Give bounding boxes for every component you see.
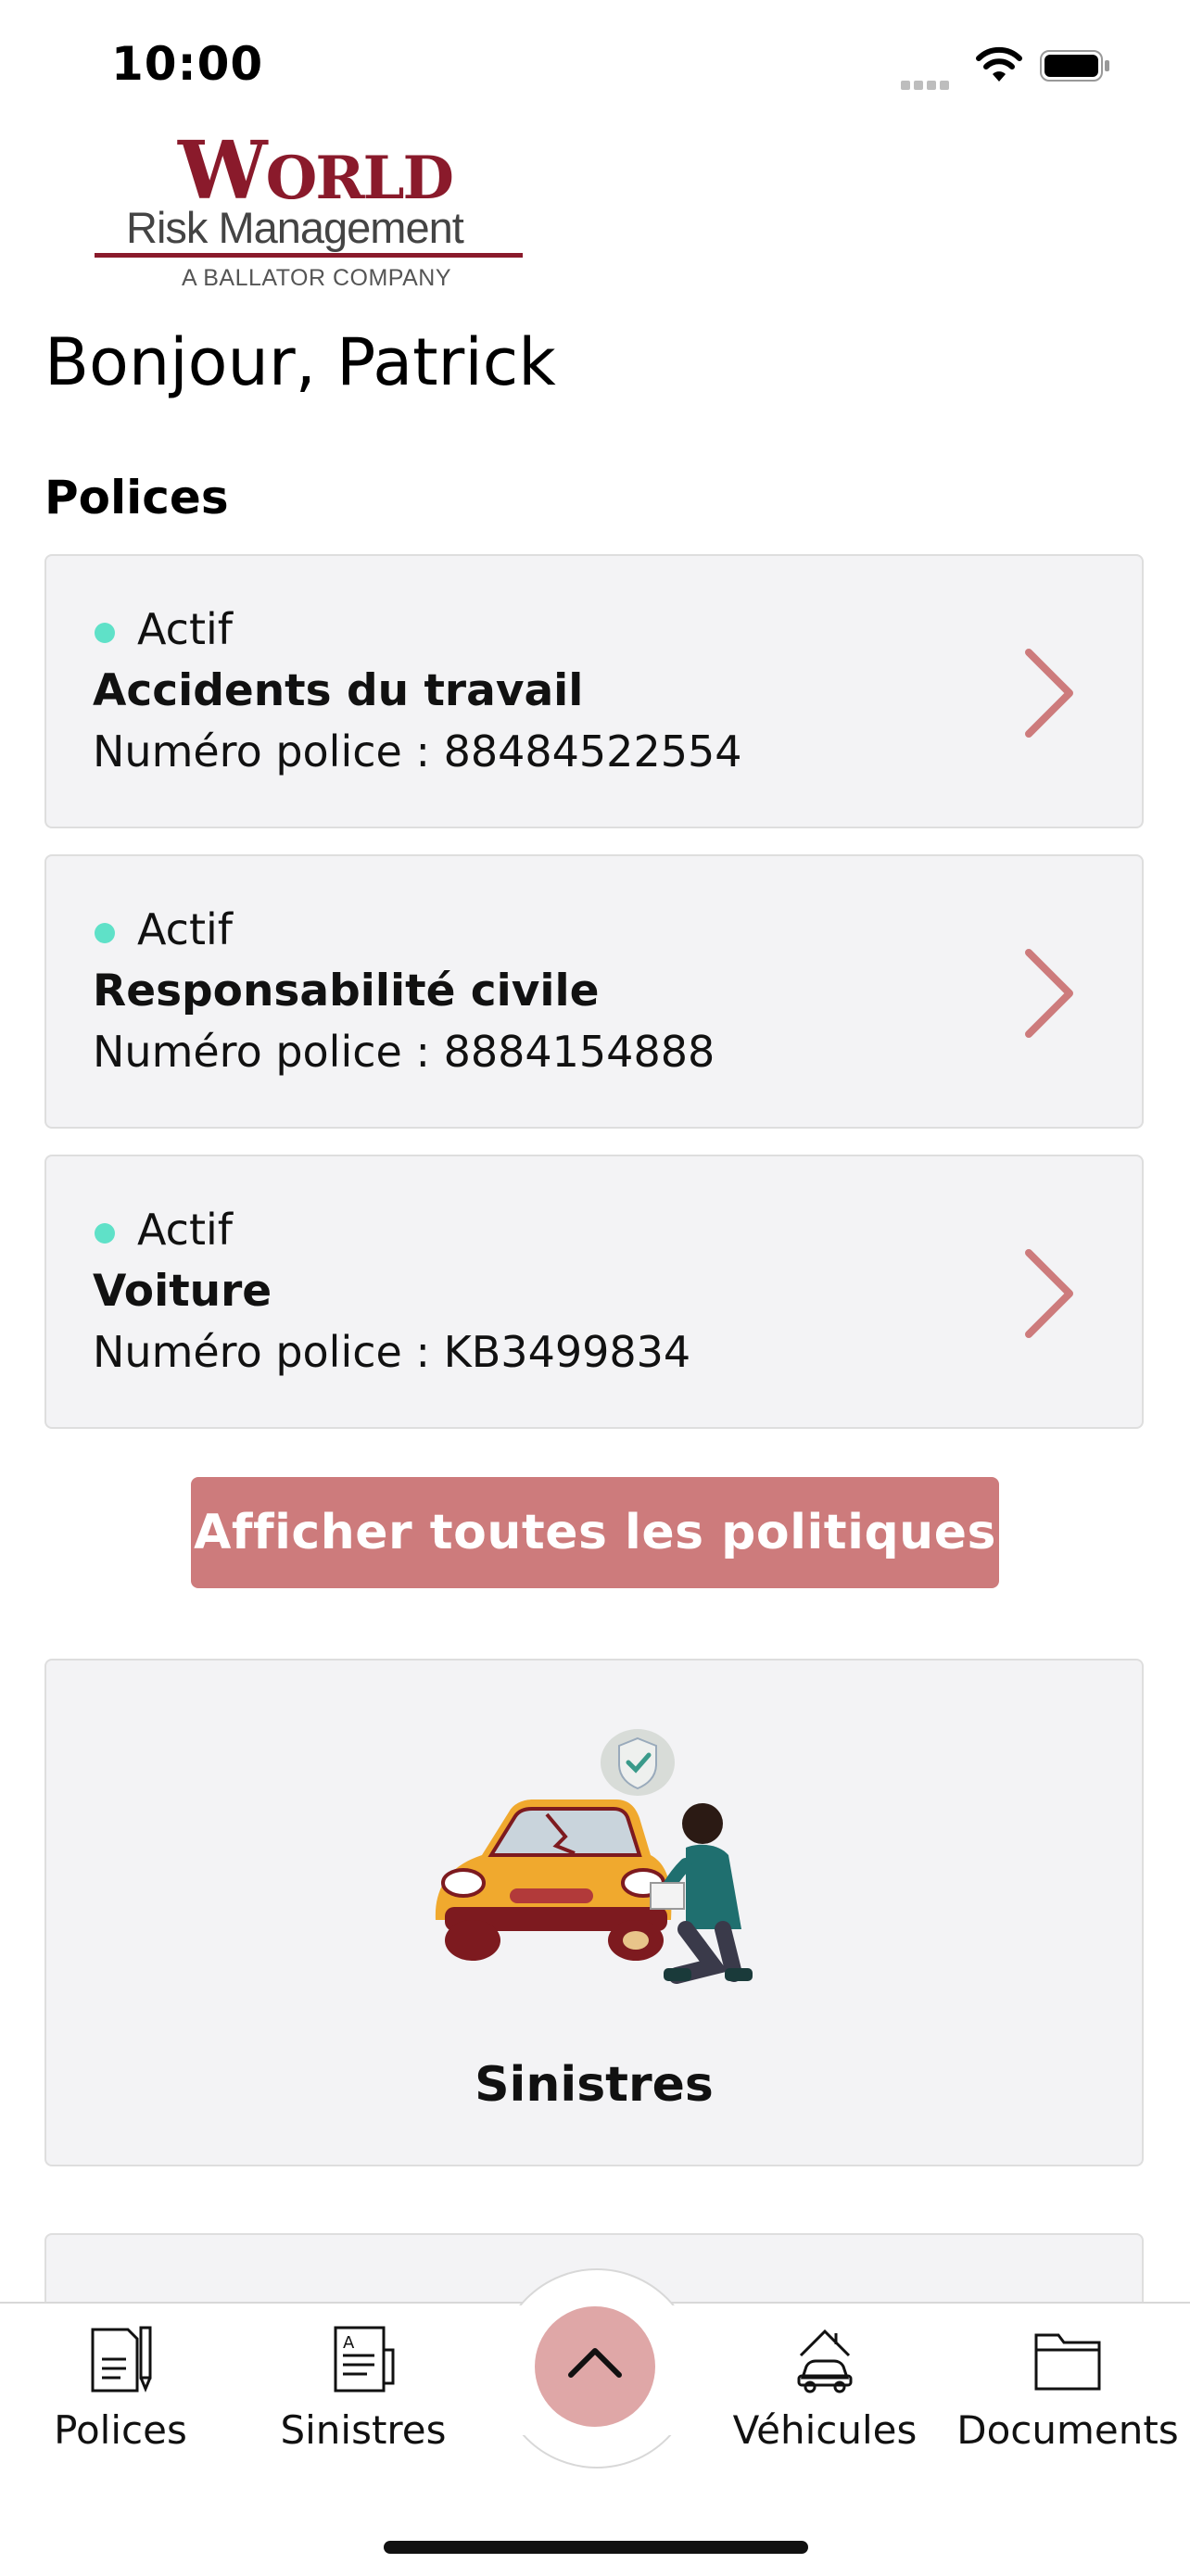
- tab-vehicules[interactable]: Véhicules: [704, 2304, 945, 2480]
- tab-label: Véhicules: [732, 2407, 918, 2453]
- policy-status: Actif: [137, 904, 233, 954]
- policy-number: Numéro police : 8884154888: [93, 1027, 715, 1077]
- policy-name: Accidents du travail: [93, 665, 584, 716]
- chevron-right-icon: [1025, 949, 1073, 1038]
- policy-name: Voiture: [93, 1266, 272, 1317]
- policy-card[interactable]: Actif Responsabilité civile Numéro polic…: [44, 854, 1144, 1129]
- home-indicator: [384, 2541, 808, 2554]
- policy-status: Actif: [137, 1205, 233, 1255]
- expand-menu-button[interactable]: [535, 2306, 655, 2427]
- folder-icon: [1034, 2333, 1101, 2391]
- claims-card[interactable]: Sinistres: [44, 1659, 1144, 2166]
- policy-number: Numéro police : KB3499834: [93, 1327, 691, 1377]
- tab-polices[interactable]: Polices: [0, 2304, 241, 2480]
- company-logo: WORLD Risk Management A BALLATOR COMPANY: [93, 124, 528, 295]
- tab-sinistres[interactable]: A Sinistres: [243, 2304, 484, 2480]
- car-damage-illustration: [435, 1729, 753, 1984]
- car-house-icon: [797, 2329, 853, 2393]
- logo-divider: [95, 253, 523, 258]
- policy-card[interactable]: Actif Voiture Numéro police : KB3499834: [44, 1155, 1144, 1429]
- active-status-dot: [95, 1223, 115, 1244]
- show-all-policies-button[interactable]: Afficher toutes les politiques: [191, 1477, 999, 1588]
- policies-section-title: Polices: [44, 471, 229, 524]
- active-status-dot: [95, 923, 115, 943]
- tab-bar: Polices A Sinistres Véhicules Documents: [0, 2268, 1190, 2576]
- logo-tagline: A BALLATOR COMPANY: [182, 265, 452, 291]
- active-status-dot: [95, 623, 115, 643]
- svg-text:A: A: [343, 2333, 355, 2353]
- document-pen-icon: [91, 2326, 152, 2393]
- greeting: Bonjour, Patrick: [44, 324, 556, 400]
- tab-documents[interactable]: Documents: [947, 2304, 1188, 2480]
- policy-status: Actif: [137, 604, 233, 654]
- claim-form-icon: A: [334, 2326, 395, 2393]
- logo-risk-management-text: Risk Management: [126, 203, 464, 252]
- policy-number: Numéro police : 88484522554: [93, 726, 742, 777]
- tab-label: Sinistres: [280, 2407, 447, 2453]
- battery-icon: [1040, 50, 1109, 82]
- claims-card-label: Sinistres: [475, 2057, 714, 2113]
- tab-label: Polices: [54, 2407, 187, 2453]
- wifi-icon: [976, 46, 1022, 82]
- chevron-up-icon: [568, 2348, 622, 2378]
- chevron-right-icon: [1025, 649, 1073, 738]
- status-time: 10:00: [111, 37, 264, 91]
- tab-label: Documents: [956, 2407, 1179, 2453]
- policy-name: Responsabilité civile: [93, 966, 600, 1017]
- chevron-right-icon: [1025, 1249, 1073, 1338]
- cellular-signal-icon: [901, 76, 955, 90]
- policy-card[interactable]: Actif Accidents du travail Numéro police…: [44, 554, 1144, 828]
